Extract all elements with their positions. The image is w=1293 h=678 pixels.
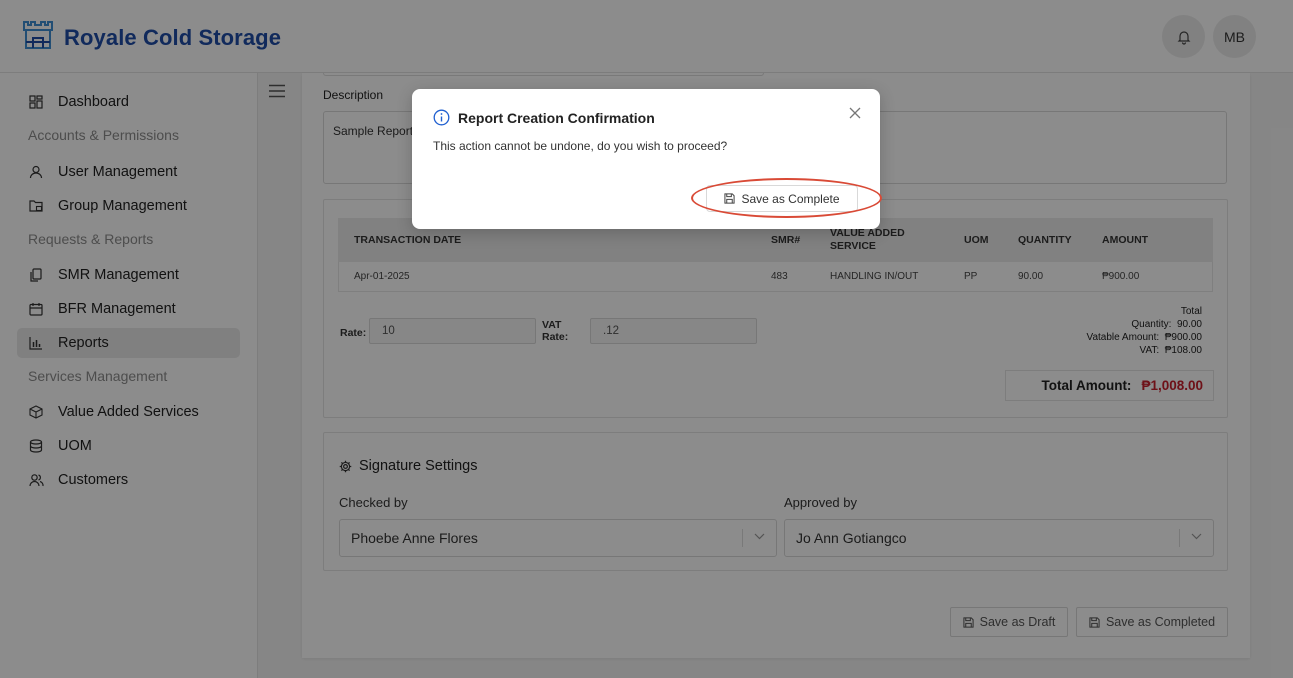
modal-title-text: Report Creation Confirmation — [458, 109, 655, 126]
info-icon — [433, 109, 450, 126]
highlight-annotation — [691, 178, 882, 218]
modal-message: This action cannot be undone, do you wis… — [433, 139, 728, 153]
close-icon — [849, 107, 861, 119]
modal-title: Report Creation Confirmation — [433, 109, 655, 126]
close-button[interactable] — [847, 105, 863, 121]
